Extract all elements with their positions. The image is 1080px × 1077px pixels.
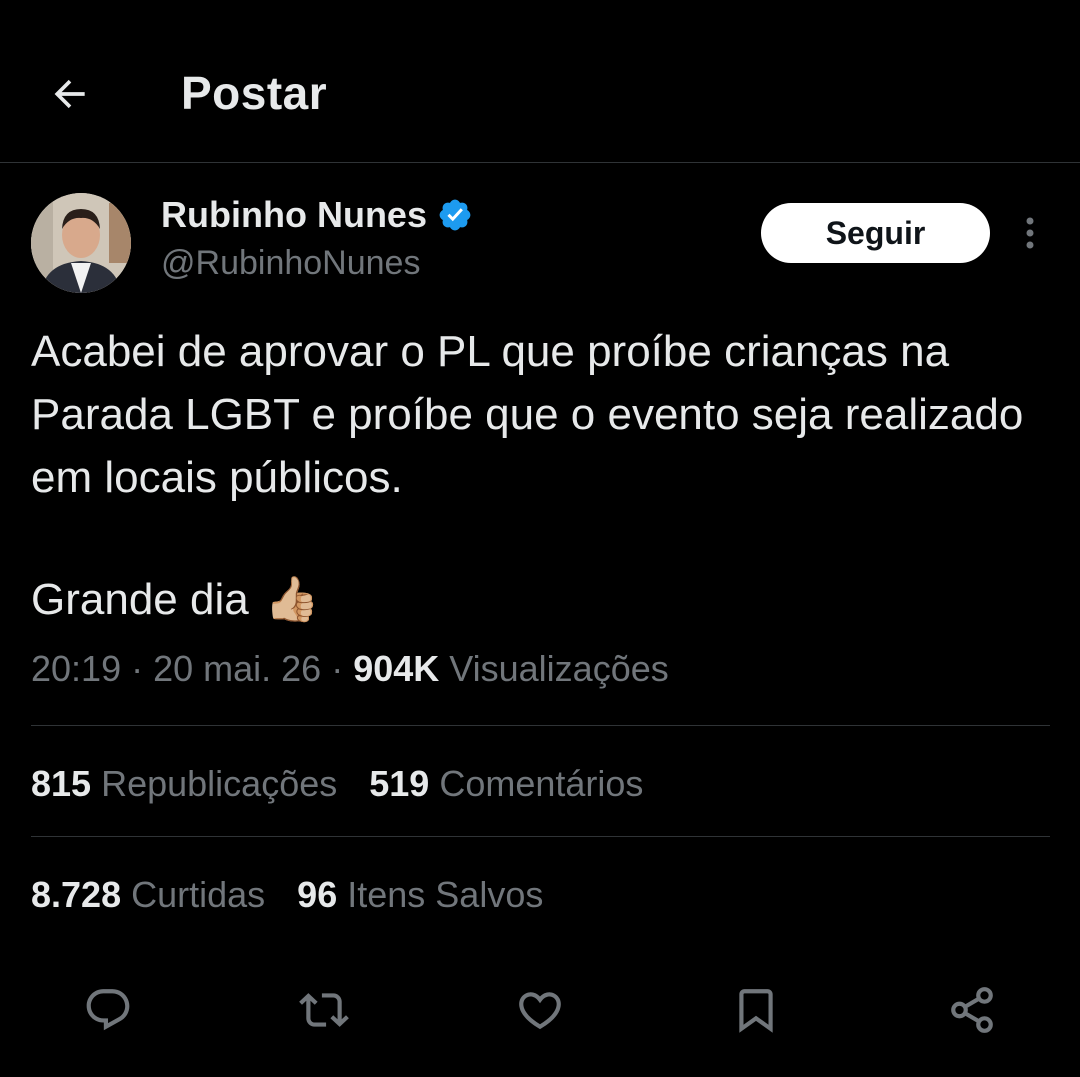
bookmark-button[interactable] (726, 980, 786, 1040)
follow-button[interactable]: Seguir (761, 203, 990, 263)
author-name[interactable]: Rubinho Nunes (161, 194, 473, 236)
reposts-stat[interactable]: 815 Republicações (31, 763, 337, 805)
top-bar: Postar (0, 0, 1080, 163)
saves-count: 96 (297, 874, 338, 915)
post-meta: 20:19 · 20 mai. 26 · 904K Visualizações (31, 648, 669, 690)
stats-row-reposts-comments: 815 Republicações 519 Comentários (31, 763, 643, 805)
comments-stat[interactable]: 519 Comentários (369, 763, 643, 805)
comments-count: 519 (369, 763, 430, 804)
repost-button[interactable] (294, 980, 354, 1040)
likes-stat[interactable]: 8.728 Curtidas (31, 874, 265, 916)
post-line2-text: Grande dia (31, 575, 249, 624)
avatar[interactable] (31, 193, 131, 293)
stats-row-likes-saves: 8.728 Curtidas 96 Itens Salvos (31, 874, 543, 916)
action-bar (0, 980, 1080, 1040)
author-handle[interactable]: @RubinhoNunes (161, 244, 420, 283)
likes-label: Curtidas (131, 874, 266, 915)
divider (31, 836, 1050, 837)
post-text-second-paragraph: Grande dia 👍🏼 (31, 570, 320, 630)
like-icon (519, 992, 561, 1030)
views-count: 904K (353, 648, 440, 689)
thumbs-up-emoji: 👍🏼 (264, 575, 320, 624)
reposts-label: Republicações (101, 763, 338, 804)
share-icon (951, 987, 993, 1033)
verified-badge-icon (439, 199, 471, 231)
reposts-count: 815 (31, 763, 92, 804)
arrow-left-icon (54, 79, 85, 109)
post-date[interactable]: 20 mai. 26 (153, 648, 321, 689)
back-button[interactable] (40, 64, 100, 124)
saves-stat[interactable]: 96 Itens Salvos (297, 874, 543, 916)
meta-separator: · (121, 648, 154, 689)
author-name-label: Rubinho Nunes (161, 194, 427, 235)
repost-icon (299, 993, 349, 1027)
more-vertical-icon (1026, 217, 1034, 249)
post-time[interactable]: 20:19 (31, 648, 121, 689)
post-text: Acabei de aprovar o PL que proíbe crianç… (31, 327, 1036, 502)
bookmark-icon (739, 989, 773, 1033)
views-label: Visualizações (449, 648, 669, 689)
reply-icon (86, 989, 130, 1031)
saves-label: Itens Salvos (347, 874, 544, 915)
more-button[interactable] (1012, 210, 1048, 256)
page-title: Postar (181, 67, 328, 119)
share-button[interactable] (942, 980, 1002, 1040)
meta-separator: · (321, 648, 354, 689)
comments-label: Comentários (439, 763, 644, 804)
divider (31, 725, 1050, 726)
reply-button[interactable] (78, 980, 138, 1040)
likes-count: 8.728 (31, 874, 122, 915)
like-button[interactable] (510, 980, 570, 1040)
